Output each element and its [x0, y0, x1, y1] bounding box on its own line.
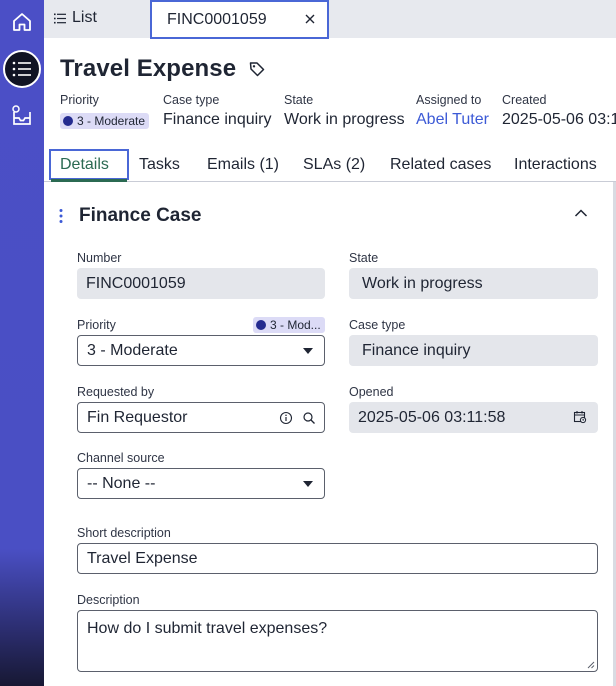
number-field: FINC0001059	[77, 268, 325, 299]
meta-assigned-to: Assigned to Abel Tuter	[416, 93, 489, 129]
tab-interactions[interactable]: Interactions	[514, 156, 597, 174]
tab-related-cases[interactable]: Related cases	[390, 156, 491, 174]
record-tab-label: FINC0001059	[167, 10, 267, 28]
priority-field-badge: 3 - Mod...	[253, 317, 325, 333]
list-nav-button[interactable]	[3, 50, 41, 88]
record-tab[interactable]: FINC0001059	[150, 0, 329, 39]
finance-case-section-header: Finance Case	[56, 202, 600, 230]
home-button[interactable]	[3, 3, 41, 41]
description-label: Description	[77, 593, 140, 607]
state-field: Work in progress	[349, 268, 598, 299]
tab-tasks[interactable]: Tasks	[139, 156, 180, 174]
priority-label: Priority	[77, 318, 116, 332]
case-type-field: Finance inquiry	[349, 335, 598, 366]
list-icon	[12, 61, 31, 77]
description-textarea[interactable]: How do I submit travel expenses?	[77, 610, 598, 672]
priority-dot	[256, 320, 266, 330]
chevron-up-icon[interactable]	[574, 208, 588, 218]
tag-icon[interactable]	[248, 60, 266, 78]
active-tab-underline	[51, 179, 127, 182]
list-tab[interactable]: List	[54, 9, 97, 27]
meta-priority: Priority 3 - Moderate	[60, 93, 150, 131]
number-label: Number	[77, 251, 122, 265]
record-subtabs: Details Tasks Emails (1) SLAs (2) Relate…	[44, 149, 616, 182]
meta-created: Created 2025-05-06 03:1	[502, 93, 616, 128]
tab-details[interactable]: Details	[60, 156, 109, 174]
inbox-icon	[12, 105, 31, 125]
opened-label: Opened	[349, 385, 394, 399]
priority-badge: 3 - Moderate	[60, 113, 150, 129]
channel-source-select[interactable]: -- None --	[77, 468, 325, 499]
info-icon[interactable]	[279, 411, 293, 425]
assigned-to-link[interactable]: Abel Tuter	[416, 111, 489, 129]
requested-by-label: Requested by	[77, 385, 155, 399]
chevron-down-icon	[303, 481, 313, 487]
left-rail	[0, 0, 44, 686]
case-type-label: Case type	[349, 318, 406, 332]
workspace-tab-strip: List FINC0001059	[44, 0, 616, 39]
meta-state: State Work in progress	[284, 93, 405, 128]
calendar-icon[interactable]	[573, 410, 587, 424]
channel-source-label: Channel source	[77, 451, 165, 465]
list-icon	[54, 13, 66, 23]
requested-by-input[interactable]: Fin Requestor	[77, 402, 325, 433]
more-options-icon[interactable]	[56, 208, 66, 224]
record-header: Travel Expense	[60, 55, 266, 83]
meta-case-type: Case type Finance inquiry	[163, 93, 272, 128]
list-tab-label: List	[72, 9, 97, 26]
opened-field: 2025-05-06 03:11:58	[349, 402, 598, 433]
tab-emails[interactable]: Emails (1)	[207, 156, 279, 174]
priority-select[interactable]: 3 - Moderate	[77, 335, 325, 366]
resize-handle-icon[interactable]	[586, 660, 595, 669]
tab-slas[interactable]: SLAs (2)	[303, 156, 365, 174]
search-icon[interactable]	[302, 411, 316, 425]
home-icon	[13, 13, 31, 31]
section-title: Finance Case	[79, 205, 202, 226]
close-icon[interactable]	[303, 12, 317, 26]
inbox-button[interactable]	[3, 97, 41, 135]
short-description-label: Short description	[77, 526, 171, 540]
short-description-input[interactable]: Travel Expense	[77, 543, 598, 574]
state-label: State	[349, 251, 379, 265]
chevron-down-icon	[303, 348, 313, 354]
priority-dot	[63, 116, 73, 126]
page-title: Travel Expense	[60, 55, 237, 82]
